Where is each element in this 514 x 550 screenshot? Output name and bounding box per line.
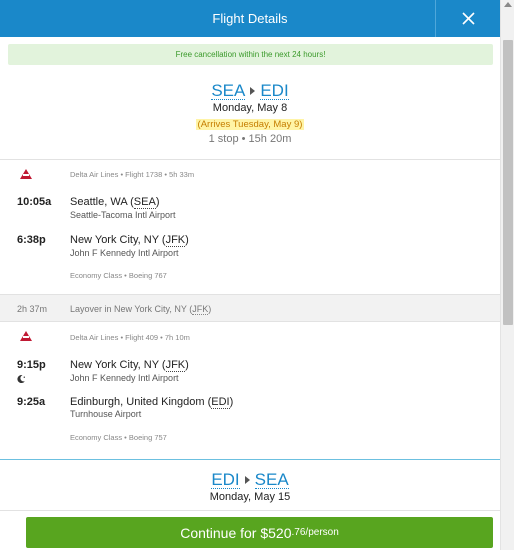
depart-time: 10:05a — [17, 196, 52, 208]
arrive-airport-name: John F Kennedy Intl Airport — [70, 248, 179, 258]
depart-airport-name: John F Kennedy Intl Airport — [70, 373, 179, 383]
section-divider — [0, 459, 500, 460]
route-arrow-icon — [250, 87, 256, 95]
outbound-route: SEA EDI — [0, 82, 500, 100]
scrollbar-thumb[interactable] — [503, 40, 513, 325]
outbound-destination-code[interactable]: EDI — [260, 82, 289, 100]
delta-airline-icon — [20, 331, 32, 341]
depart-city: New York City, NY (JFK) — [70, 359, 189, 372]
route-arrow-icon — [244, 476, 250, 484]
arrive-airport-code[interactable]: JFK — [165, 234, 186, 247]
return-origin-code[interactable]: EDI — [211, 471, 240, 489]
depart-time: 9:15p — [17, 359, 46, 371]
depart-airport-code[interactable]: SEA — [133, 196, 156, 209]
continue-cents: .76/person — [291, 527, 339, 538]
scroll-up-arrow-icon[interactable] — [504, 2, 512, 7]
depart-airport-code[interactable]: JFK — [165, 359, 186, 372]
segment-info: Delta Air Lines • Flight 409 • 7h 10m — [70, 333, 190, 342]
continue-label: Continue for $520 — [180, 524, 292, 541]
outbound-route-header: SEA EDI Monday, May 8 (Arrives Tuesday, … — [0, 82, 500, 145]
layover-duration: 2h 37m — [17, 304, 48, 314]
scrollbar[interactable] — [500, 0, 514, 550]
divider — [0, 159, 500, 160]
return-destination-code[interactable]: SEA — [254, 471, 289, 489]
layover-row: 2h 37m Layover in New York City, NY (JFK… — [0, 294, 500, 322]
outbound-summary: 1 stop • 15h 20m — [208, 133, 292, 145]
layover-airport-code[interactable]: JFK — [192, 304, 209, 315]
arrive-time: 6:38p — [17, 234, 46, 246]
overnight-moon-icon — [17, 375, 25, 384]
arrive-city: New York City, NY (JFK) — [70, 234, 189, 247]
footer: Continue for $520.76/person — [0, 510, 500, 550]
free-cancellation-notice: Free cancellation within the next 24 hou… — [8, 44, 493, 65]
depart-airport-name: Seattle-Tacoma Intl Airport — [70, 210, 176, 220]
arrives-note: (Arrives Tuesday, May 9) — [195, 119, 305, 130]
depart-city: Seattle, WA (SEA) — [70, 196, 160, 209]
return-date: Monday, May 15 — [209, 491, 291, 503]
segment-info: Delta Air Lines • Flight 1738 • 5h 33m — [70, 170, 195, 179]
layover-text: Layover in New York City, NY (JFK) — [70, 304, 212, 315]
close-button[interactable] — [435, 0, 500, 37]
cabin-info: Economy Class • Boeing 767 — [70, 271, 167, 280]
close-icon — [461, 12, 475, 25]
cabin-info: Economy Class • Boeing 757 — [70, 433, 167, 442]
return-route-header: EDI SEA Monday, May 15 — [0, 471, 500, 503]
outbound-date: Monday, May 8 — [212, 102, 288, 114]
outbound-origin-code[interactable]: SEA — [211, 82, 246, 100]
header-bar: Flight Details — [0, 0, 500, 37]
arrive-airport-code[interactable]: EDI — [211, 396, 230, 409]
return-route: EDI SEA — [0, 471, 500, 489]
dialog-title: Flight Details — [212, 11, 288, 26]
arrive-time: 9:25a — [17, 396, 46, 408]
continue-button[interactable]: Continue for $520.76/person — [26, 517, 493, 548]
arrive-city: Edinburgh, United Kingdom (EDI) — [70, 396, 234, 409]
arrive-airport-name: Turnhouse Airport — [70, 409, 142, 419]
delta-airline-icon — [20, 169, 32, 179]
